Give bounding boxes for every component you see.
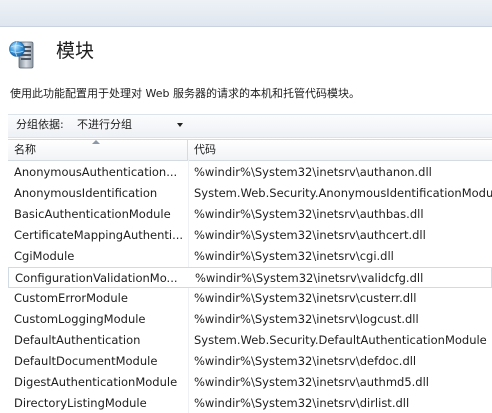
table-row[interactable]: CustomLoggingModule %windir%\System32\ine…: [8, 309, 492, 330]
module-code-cell: %windir%\System32\inetsrv\defdoc.dll: [194, 354, 417, 368]
module-code-cell: %windir%\System32\inetsrv\dirlist.dll: [194, 396, 410, 410]
module-code-cell: System.Web.Security.AnonymousIdentificat…: [194, 186, 492, 200]
table-row[interactable]: DefaultDocumentModule %windir%\System32\i…: [8, 351, 492, 372]
table-row[interactable]: DigestAuthenticationModule %windir%\Syste…: [8, 372, 492, 393]
module-code-cell: %windir%\System32\inetsrv\authcert.dll: [194, 228, 426, 242]
table-row[interactable]: AnonymousIdentification System.Web.Securi…: [8, 183, 492, 204]
column-header-code-label: 代码: [194, 143, 216, 156]
module-code-cell: %windir%\System32\inetsrv\validcfg.dll: [195, 271, 424, 285]
column-header-name-label: 名称: [14, 143, 36, 156]
table-row[interactable]: CgiModule %windir%\System32\inetsrv\cgi.d…: [8, 246, 492, 267]
table-header: 名称 代码: [8, 139, 492, 161]
table-row[interactable]: AnonymousAuthentication... %windir%\Syste…: [8, 162, 492, 183]
table-row[interactable]: DirectoryListingModule %windir%\System32\…: [8, 393, 492, 413]
chevron-down-icon[interactable]: [177, 123, 183, 127]
module-name-cell: AnonymousIdentification: [14, 186, 158, 200]
page-description: 使用此功能配置用于处理对 Web 服务器的请求的本机和托管代码模块。: [10, 87, 360, 100]
module-code-cell: System.Web.Security.DefaultAuthenticatio…: [194, 333, 487, 347]
group-by-value: 不进行分组: [77, 118, 132, 131]
page-title: 模块: [56, 40, 95, 62]
table-row[interactable]: DefaultAuthentication System.Web.Security…: [8, 330, 492, 351]
column-header-code[interactable]: 代码: [188, 140, 492, 160]
table-row[interactable]: BasicAuthenticationModule %windir%\System…: [8, 204, 492, 225]
modules-table: 名称 代码 AnonymousAuthentication... %windir%…: [8, 139, 492, 413]
module-name-cell: AnonymousAuthentication...: [14, 165, 178, 179]
module-code-cell: %windir%\System32\inetsrv\cgi.dll: [194, 249, 394, 263]
module-code-cell: %windir%\System32\inetsrv\custerr.dll: [194, 291, 417, 305]
column-header-name[interactable]: 名称: [8, 140, 188, 160]
group-by-dropdown[interactable]: 不进行分组: [73, 117, 187, 133]
module-code-cell: %windir%\System32\inetsrv\logcust.dll: [194, 312, 419, 326]
module-name-cell: DefaultAuthentication: [14, 333, 141, 347]
module-name-cell: DirectoryListingModule: [14, 396, 147, 410]
module-name-cell: ConfigurationValidationMo...: [15, 271, 178, 285]
sort-ascending-icon: [92, 140, 100, 144]
group-by-label: 分组依据:: [16, 118, 64, 131]
module-name-cell: CustomErrorModule: [14, 291, 128, 305]
window-top-strip: [0, 0, 492, 27]
module-name-cell: BasicAuthenticationModule: [14, 207, 171, 221]
module-code-cell: %windir%\System32\inetsrv\authanon.dll: [194, 165, 432, 179]
module-name-cell: CustomLoggingModule: [14, 312, 146, 326]
table-row[interactable]: CustomErrorModule %windir%\System32\inets…: [8, 288, 492, 309]
module-name-cell: CertificateMappingAuthenti...: [14, 228, 184, 242]
module-name-cell: DefaultDocumentModule: [14, 354, 158, 368]
module-name-cell: DigestAuthenticationModule: [14, 375, 178, 389]
module-code-cell: %windir%\System32\inetsrv\authbas.dll: [194, 207, 424, 221]
server-modules-icon: [9, 41, 34, 69]
module-code-cell: %windir%\System32\inetsrv\authmd5.dll: [194, 375, 429, 389]
table-row[interactable]: CertificateMappingAuthenti... %windir%\Sy…: [8, 225, 492, 246]
table-row[interactable]: ConfigurationValidationMo... %windir%\Sys…: [8, 267, 492, 288]
module-name-cell: CgiModule: [14, 249, 75, 263]
group-by-toolbar: 分组依据: 不进行分组: [8, 114, 492, 138]
